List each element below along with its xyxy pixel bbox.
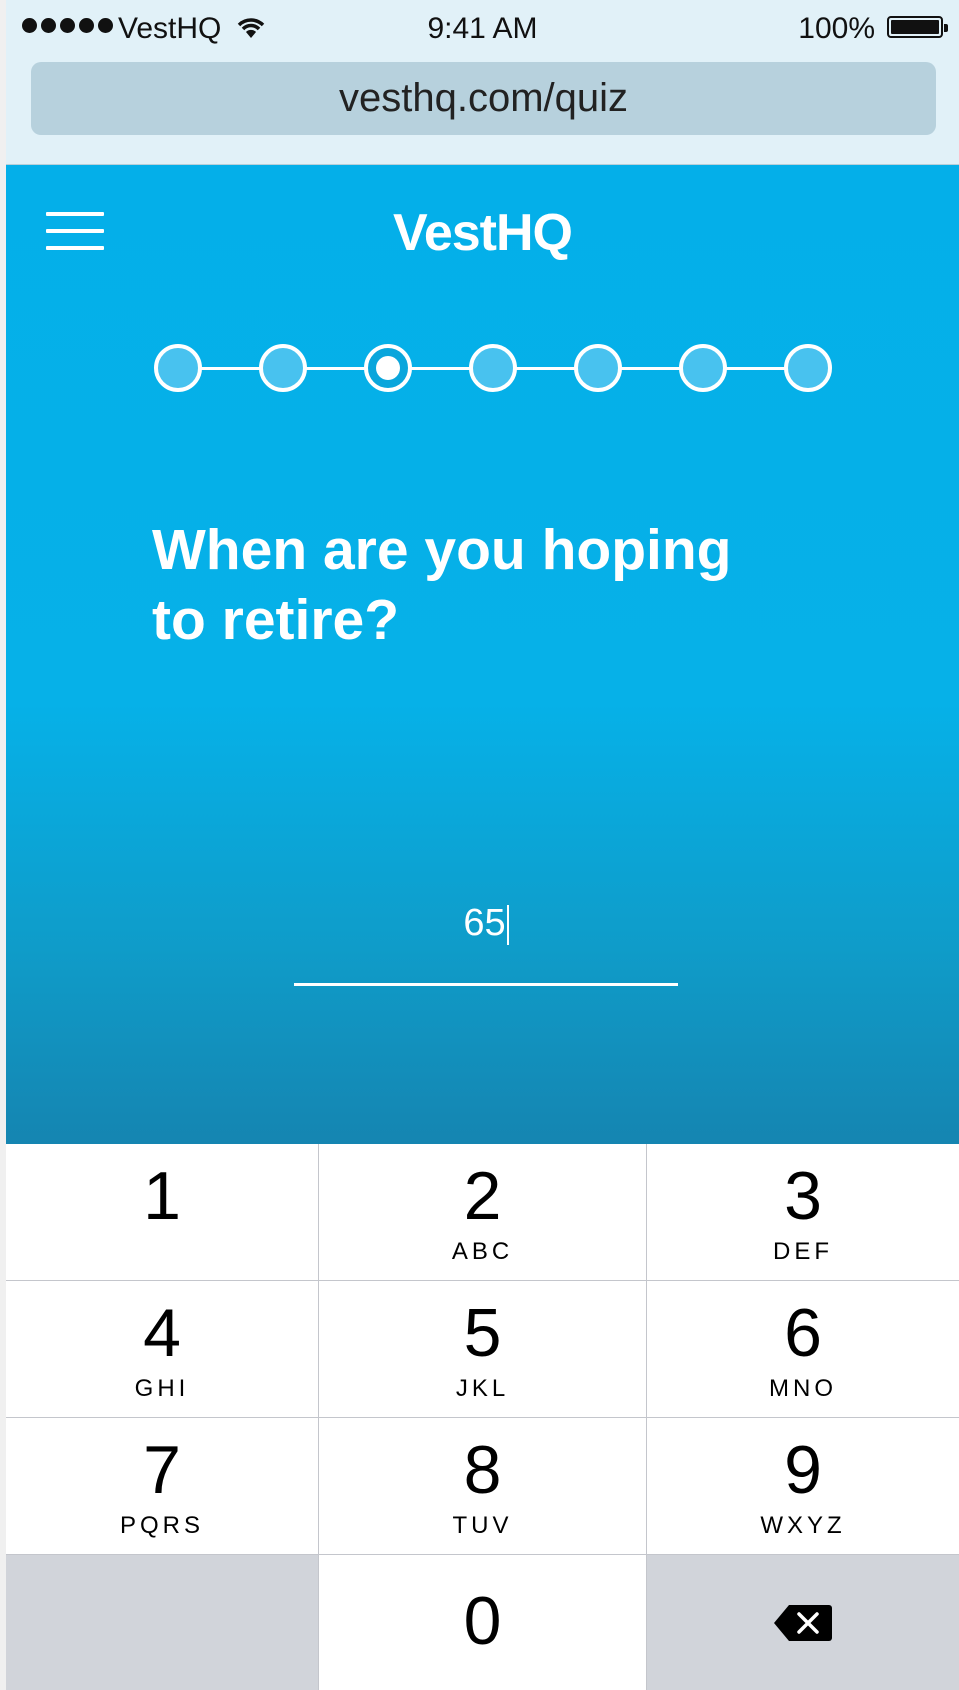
- status-bar: VestHQ 9:41 AM 100%: [6, 12, 959, 48]
- brand-logo: VestHQ: [393, 204, 573, 262]
- url-bar[interactable]: vesthq.com/quiz: [31, 62, 936, 135]
- key-digit: 2: [463, 1158, 502, 1234]
- key-letters: GHI: [134, 1375, 190, 1402]
- key-letters: DEF: [773, 1238, 833, 1265]
- progress-step-5: [574, 344, 622, 392]
- key-8[interactable]: 8 TUV: [319, 1418, 646, 1554]
- progress-step-7: [784, 344, 832, 392]
- answer-input[interactable]: 65: [294, 883, 678, 963]
- key-digit: 9: [784, 1432, 822, 1508]
- key-3[interactable]: 3 DEF: [647, 1144, 959, 1280]
- key-digit: 7: [143, 1432, 181, 1508]
- progress-step-6: [679, 344, 727, 392]
- key-1[interactable]: 1: [6, 1144, 318, 1280]
- url-text: vesthq.com/quiz: [338, 76, 629, 120]
- progress-step-1: [154, 344, 202, 392]
- phone-screen: VestHQ 9:41 AM 100% vesthq.com/quiz Vest…: [6, 0, 959, 1690]
- key-letters: TUV: [452, 1512, 513, 1539]
- answer-field[interactable]: 65: [294, 883, 678, 987]
- browser-chrome: VestHQ 9:41 AM 100% vesthq.com/quiz: [6, 0, 959, 165]
- key-digit: 8: [463, 1432, 502, 1508]
- key-digit: 4: [143, 1295, 181, 1371]
- delete-key[interactable]: [647, 1555, 959, 1690]
- key-letters: JKL: [455, 1375, 510, 1402]
- key-blank: [6, 1555, 318, 1690]
- key-digit: 5: [463, 1295, 502, 1371]
- key-letters: WXYZ: [760, 1512, 846, 1539]
- numeric-keypad: 1 2 ABC 3 DEF 4 GHI 5 JKL 6 MNO 7 PQRS 8: [6, 1144, 959, 1690]
- progress-step-4: [469, 344, 517, 392]
- progress-step-3: [364, 344, 412, 392]
- progress-step-2: [259, 344, 307, 392]
- key-4[interactable]: 4 GHI: [6, 1281, 318, 1417]
- quiz-question: When are you hoping to retire?: [152, 518, 732, 652]
- key-6[interactable]: 6 MNO: [647, 1281, 959, 1417]
- key-0[interactable]: 0: [319, 1555, 646, 1690]
- key-letters: MNO: [769, 1375, 837, 1402]
- key-digit: 0: [463, 1583, 502, 1659]
- battery-percentage: 100%: [798, 12, 875, 45]
- key-digit: 3: [784, 1158, 822, 1234]
- key-7[interactable]: 7 PQRS: [6, 1418, 318, 1554]
- quiz-screen: VestHQ When are you hoping to retire? 65: [6, 165, 959, 1144]
- backspace-icon: [774, 1604, 832, 1641]
- key-letters: PQRS: [119, 1512, 204, 1539]
- answer-underline: [294, 983, 678, 986]
- battery-icon: [887, 16, 948, 38]
- key-9[interactable]: 9 WXYZ: [647, 1418, 959, 1554]
- answer-value: 65: [463, 902, 506, 944]
- key-digit: 1: [143, 1158, 181, 1234]
- key-2[interactable]: 2 ABC: [319, 1144, 646, 1280]
- key-5[interactable]: 5 JKL: [319, 1281, 646, 1417]
- key-digit: 6: [784, 1295, 822, 1371]
- text-cursor: [506, 904, 509, 945]
- key-letters: ABC: [451, 1238, 514, 1265]
- quiz-progress: [154, 344, 832, 392]
